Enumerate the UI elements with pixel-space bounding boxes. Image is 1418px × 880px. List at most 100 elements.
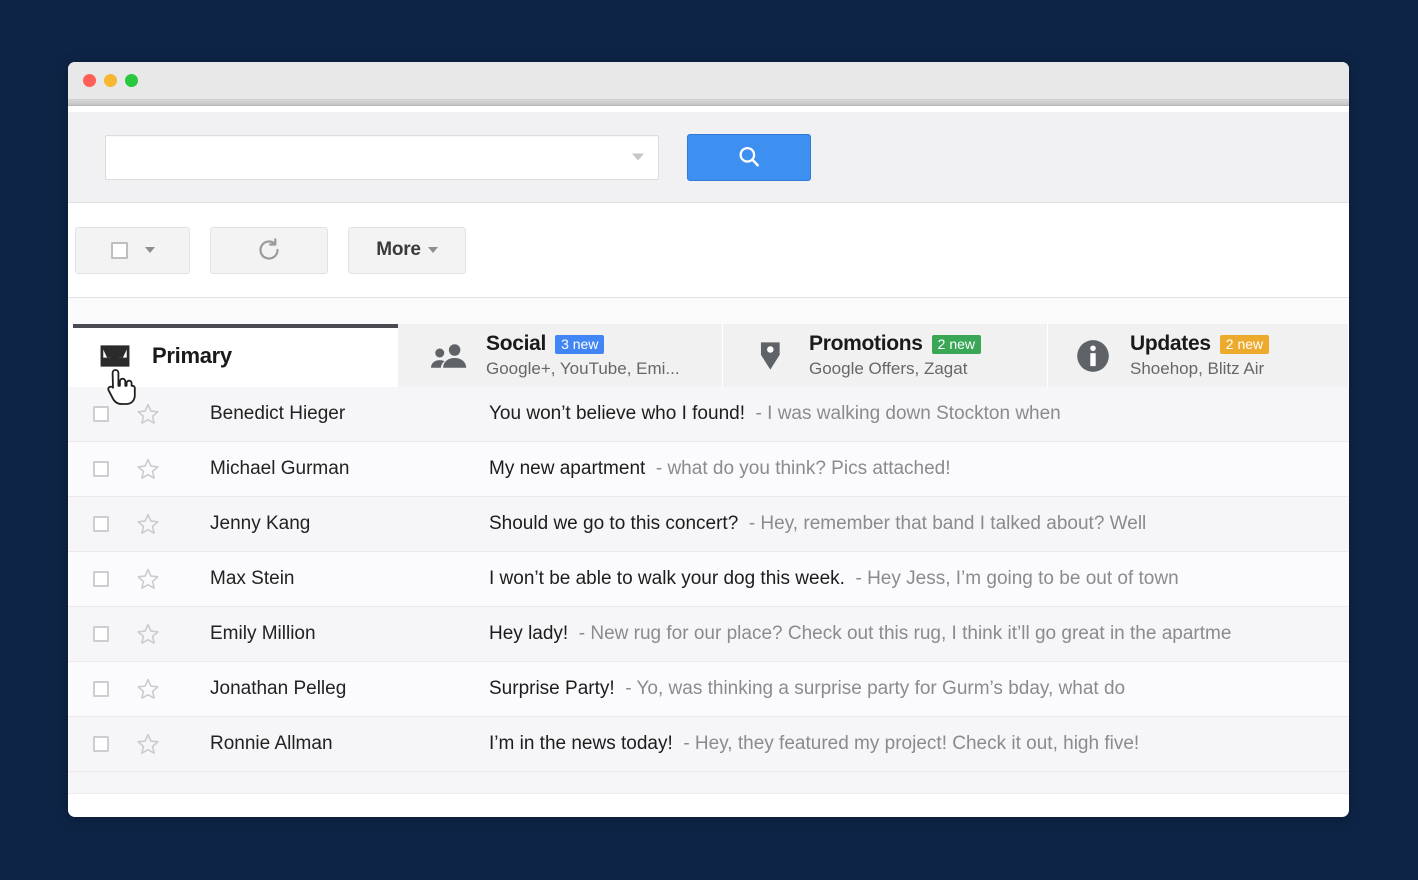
inbox-category-tabs: Primary Social 3 n bbox=[68, 324, 1349, 387]
tab-primary-text: Primary bbox=[152, 343, 232, 369]
email-message: You won’t believe who I found! - I was w… bbox=[489, 403, 1349, 425]
search-icon bbox=[736, 144, 762, 170]
tab-social[interactable]: Social 3 new Google+, YouTube, Emi... bbox=[398, 324, 723, 387]
tab-updates-text: Updates 2 new Shoehop, Blitz Air bbox=[1130, 332, 1269, 379]
star-button[interactable] bbox=[127, 677, 169, 701]
email-snippet: - Hey, they featured my project! Check i… bbox=[678, 733, 1139, 754]
star-icon bbox=[136, 732, 160, 756]
email-subject: I’m in the news today! bbox=[489, 733, 678, 754]
email-row[interactable]: Max SteinI won’t be able to walk your do… bbox=[68, 552, 1349, 607]
tab-updates-label: Updates bbox=[1130, 332, 1211, 356]
star-button[interactable] bbox=[127, 732, 169, 756]
email-subject: Should we go to this concert? bbox=[489, 513, 744, 534]
email-snippet: - New rug for our place? Check out this … bbox=[573, 623, 1231, 644]
search-box[interactable] bbox=[105, 135, 659, 180]
refresh-icon bbox=[255, 236, 283, 264]
email-subject: You won’t believe who I found! bbox=[489, 403, 750, 424]
tab-social-text: Social 3 new Google+, YouTube, Emi... bbox=[486, 332, 680, 379]
refresh-button[interactable] bbox=[210, 227, 328, 274]
search-button[interactable] bbox=[687, 134, 811, 181]
tab-promotions-text: Promotions 2 new Google Offers, Zagat bbox=[809, 332, 981, 379]
more-button-label: More bbox=[376, 239, 421, 261]
email-row[interactable]: Benedict HiegerYou won’t believe who I f… bbox=[68, 387, 1349, 442]
star-button[interactable] bbox=[127, 567, 169, 591]
star-icon bbox=[136, 402, 160, 426]
email-sender: Ronnie Allman bbox=[169, 733, 489, 755]
tab-promotions[interactable]: Promotions 2 new Google Offers, Zagat bbox=[723, 324, 1048, 387]
checkbox-icon bbox=[93, 461, 109, 477]
email-snippet: - Hey Jess, I’m going to be out of town bbox=[850, 568, 1178, 589]
maximize-window-button[interactable] bbox=[125, 74, 138, 87]
minimize-window-button[interactable] bbox=[104, 74, 117, 87]
tab-social-subtitle: Google+, YouTube, Emi... bbox=[486, 359, 680, 379]
checkbox-icon bbox=[93, 681, 109, 697]
tab-promotions-subtitle: Google Offers, Zagat bbox=[809, 359, 981, 379]
email-row[interactable]: Emily MillionHey lady! - New rug for our… bbox=[68, 607, 1349, 662]
email-subject: I won’t be able to walk your dog this we… bbox=[489, 568, 850, 589]
email-checkbox[interactable] bbox=[75, 461, 127, 477]
tab-promotions-badge: 2 new bbox=[932, 335, 981, 354]
checkbox-icon bbox=[93, 516, 109, 532]
email-snippet: - I was walking down Stockton when bbox=[750, 403, 1061, 424]
chevron-down-icon bbox=[145, 247, 155, 253]
star-icon bbox=[136, 622, 160, 646]
email-message: Hey lady! - New rug for our place? Check… bbox=[489, 623, 1349, 645]
email-list: Benedict HiegerYou won’t believe who I f… bbox=[68, 387, 1349, 772]
traffic-lights bbox=[83, 74, 138, 87]
checkbox-icon bbox=[93, 571, 109, 587]
email-checkbox[interactable] bbox=[75, 626, 127, 642]
tab-updates-subtitle: Shoehop, Blitz Air bbox=[1130, 359, 1269, 379]
search-input[interactable] bbox=[106, 136, 658, 179]
star-button[interactable] bbox=[127, 512, 169, 536]
email-snippet: - Yo, was thinking a surprise party for … bbox=[620, 678, 1125, 699]
checkbox-icon bbox=[93, 626, 109, 642]
email-subject: My new apartment bbox=[489, 458, 651, 479]
checkbox-icon bbox=[111, 242, 128, 259]
email-row[interactable]: Ronnie AllmanI’m in the news today! - He… bbox=[68, 717, 1349, 772]
chevron-down-icon[interactable] bbox=[632, 154, 644, 161]
star-button[interactable] bbox=[127, 622, 169, 646]
email-sender: Max Stein bbox=[169, 568, 489, 590]
email-subject: Hey lady! bbox=[489, 623, 573, 644]
email-sender: Michael Gurman bbox=[169, 458, 489, 480]
tag-icon bbox=[752, 339, 792, 373]
search-bar-area bbox=[68, 112, 1349, 203]
more-dropdown-button[interactable]: More bbox=[348, 227, 466, 274]
browser-window: More Primary bbox=[68, 62, 1349, 817]
email-row-partial[interactable] bbox=[68, 772, 1349, 794]
email-checkbox[interactable] bbox=[75, 681, 127, 697]
email-checkbox[interactable] bbox=[75, 571, 127, 587]
inbox-icon bbox=[95, 341, 135, 371]
email-row[interactable]: Michael GurmanMy new apartment - what do… bbox=[68, 442, 1349, 497]
mail-toolbar: More bbox=[68, 203, 1349, 298]
tab-primary[interactable]: Primary bbox=[68, 324, 398, 387]
email-snippet: - Hey, remember that band I talked about… bbox=[744, 513, 1147, 534]
tab-social-badge: 3 new bbox=[555, 335, 604, 354]
star-icon bbox=[136, 512, 160, 536]
close-window-button[interactable] bbox=[83, 74, 96, 87]
email-snippet: - what do you think? Pics attached! bbox=[651, 458, 951, 479]
tab-updates[interactable]: Updates 2 new Shoehop, Blitz Air bbox=[1048, 324, 1349, 387]
email-checkbox[interactable] bbox=[75, 516, 127, 532]
window-titlebar bbox=[68, 62, 1349, 100]
email-row[interactable]: Jonathan PellegSurprise Party! - Yo, was… bbox=[68, 662, 1349, 717]
checkbox-icon bbox=[93, 406, 109, 422]
email-sender: Jonathan Pelleg bbox=[169, 678, 489, 700]
star-icon bbox=[136, 457, 160, 481]
email-row[interactable]: Jenny KangShould we go to this concert? … bbox=[68, 497, 1349, 552]
chevron-down-icon bbox=[428, 247, 438, 253]
email-message: Should we go to this concert? - Hey, rem… bbox=[489, 513, 1349, 535]
email-message: I’m in the news today! - Hey, they featu… bbox=[489, 733, 1349, 755]
email-checkbox[interactable] bbox=[75, 736, 127, 752]
tab-promotions-label: Promotions bbox=[809, 332, 923, 356]
star-icon bbox=[136, 567, 160, 591]
email-sender: Benedict Hieger bbox=[169, 403, 489, 425]
star-button[interactable] bbox=[127, 457, 169, 481]
tab-updates-badge: 2 new bbox=[1220, 335, 1269, 354]
email-sender: Emily Million bbox=[169, 623, 489, 645]
info-icon bbox=[1073, 337, 1113, 375]
email-checkbox[interactable] bbox=[75, 406, 127, 422]
star-button[interactable] bbox=[127, 402, 169, 426]
select-all-dropdown-button[interactable] bbox=[75, 227, 190, 274]
email-message: I won’t be able to walk your dog this we… bbox=[489, 568, 1349, 590]
